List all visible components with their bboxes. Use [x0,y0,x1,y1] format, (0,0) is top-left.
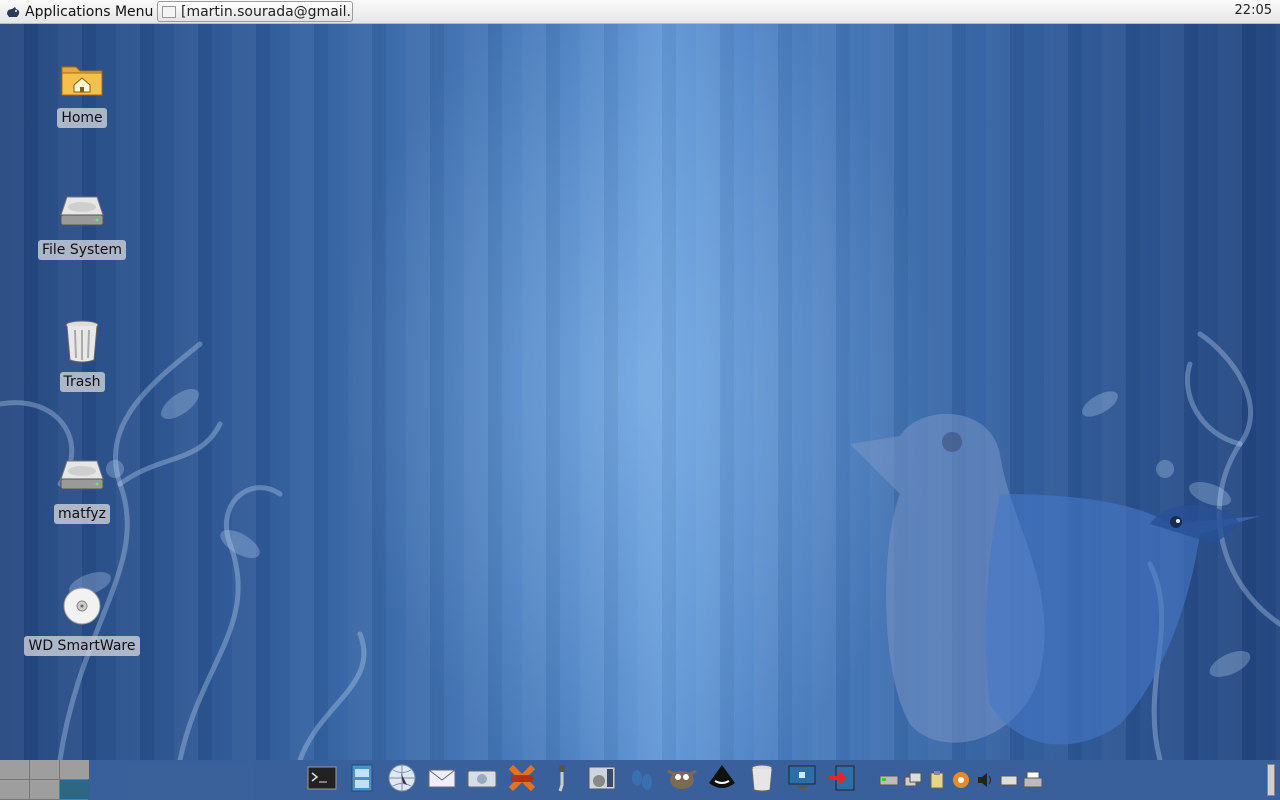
panel-resize-handle[interactable] [1267,764,1275,796]
workspace-1[interactable] [0,760,29,779]
network-icon[interactable] [878,768,900,792]
file-cabinet-icon [351,764,373,796]
desktop-icon-label: matfyz [53,504,111,524]
update-icon[interactable] [950,768,972,792]
desktop-icon-label: WD SmartWare [24,636,140,656]
clipboard-icon[interactable] [926,768,948,792]
desktop-icon-home[interactable]: Home [22,54,142,128]
hard-drive-icon [58,186,106,234]
volume-icon[interactable] [974,768,996,792]
trash-launcher[interactable] [742,760,782,800]
optical-disc-icon [58,582,106,630]
file-manager-launcher[interactable] [342,760,382,800]
launcher-bar [302,760,862,800]
remote-desktop-icon [787,764,817,796]
mail-launcher[interactable] [422,760,462,800]
desktop-wallpaper [0,24,1280,760]
footprints-icon [628,764,656,796]
network-scanner-launcher[interactable] [462,760,502,800]
logout-icon [828,764,856,796]
applications-menu-label: Applications Menu [25,3,154,20]
inkscape-icon [707,763,737,797]
workspace-3[interactable] [60,760,89,779]
remote-desktop-launcher[interactable] [782,760,822,800]
terminal-launcher[interactable] [302,760,342,800]
inkscape-launcher[interactable] [702,760,742,800]
desktop-icon-trash[interactable]: Trash [22,318,142,392]
windows-icon[interactable] [902,768,924,792]
logout-launcher[interactable] [822,760,862,800]
cpot-launcher[interactable] [502,760,542,800]
taskbar-window-button[interactable]: [martin.sourada@gmail... [157,1,353,22]
system-tray [878,766,1044,794]
desktop-icon-matfyz[interactable]: matfyz [22,450,142,524]
media-player-launcher[interactable] [582,760,622,800]
network-scanner-icon [467,767,497,793]
terminal-icon [307,766,337,794]
home-folder-icon [58,54,106,102]
workspace-switcher[interactable] [0,760,89,800]
removable-drive-icon[interactable] [998,768,1020,792]
trash-icon [750,764,774,796]
desktop-icon-label: File System [37,240,127,260]
cpot-icon [507,763,537,797]
desktop-icon-label: Trash [59,372,105,392]
applications-menu-button[interactable]: Applications Menu [3,1,158,22]
xfce-mouse-icon [5,5,21,19]
footprints-launcher[interactable] [622,760,662,800]
color-picker-launcher[interactable] [542,760,582,800]
web-browser-launcher[interactable] [382,760,422,800]
mail-window-icon [162,5,176,18]
desktop-icon-label: Home [57,108,107,128]
workspace-5[interactable] [30,780,59,799]
workspace-4[interactable] [0,780,29,799]
taskbar-window-title: [martin.sourada@gmail... [181,3,353,20]
gimp-launcher[interactable] [662,760,702,800]
trash-icon [58,318,106,366]
clock[interactable]: 22:05 [1235,3,1272,18]
top-panel: Applications Menu [martin.sourada@gmail.… [0,0,1280,24]
desktop-icon-wd-smartware[interactable]: WD SmartWare [22,582,142,656]
eyedropper-icon [554,763,570,797]
workspace-6[interactable] [60,780,89,799]
mail-icon [428,767,456,793]
floral-bird-artwork [0,331,1280,760]
desktop-icon-file-system[interactable]: File System [22,186,142,260]
gimp-icon [666,765,698,795]
workspace-2[interactable] [30,760,59,779]
printer-icon[interactable] [1022,768,1044,792]
hard-drive-icon [58,450,106,498]
media-player-icon [587,763,617,797]
bottom-panel [0,760,1280,800]
web-browser-icon [387,763,417,797]
